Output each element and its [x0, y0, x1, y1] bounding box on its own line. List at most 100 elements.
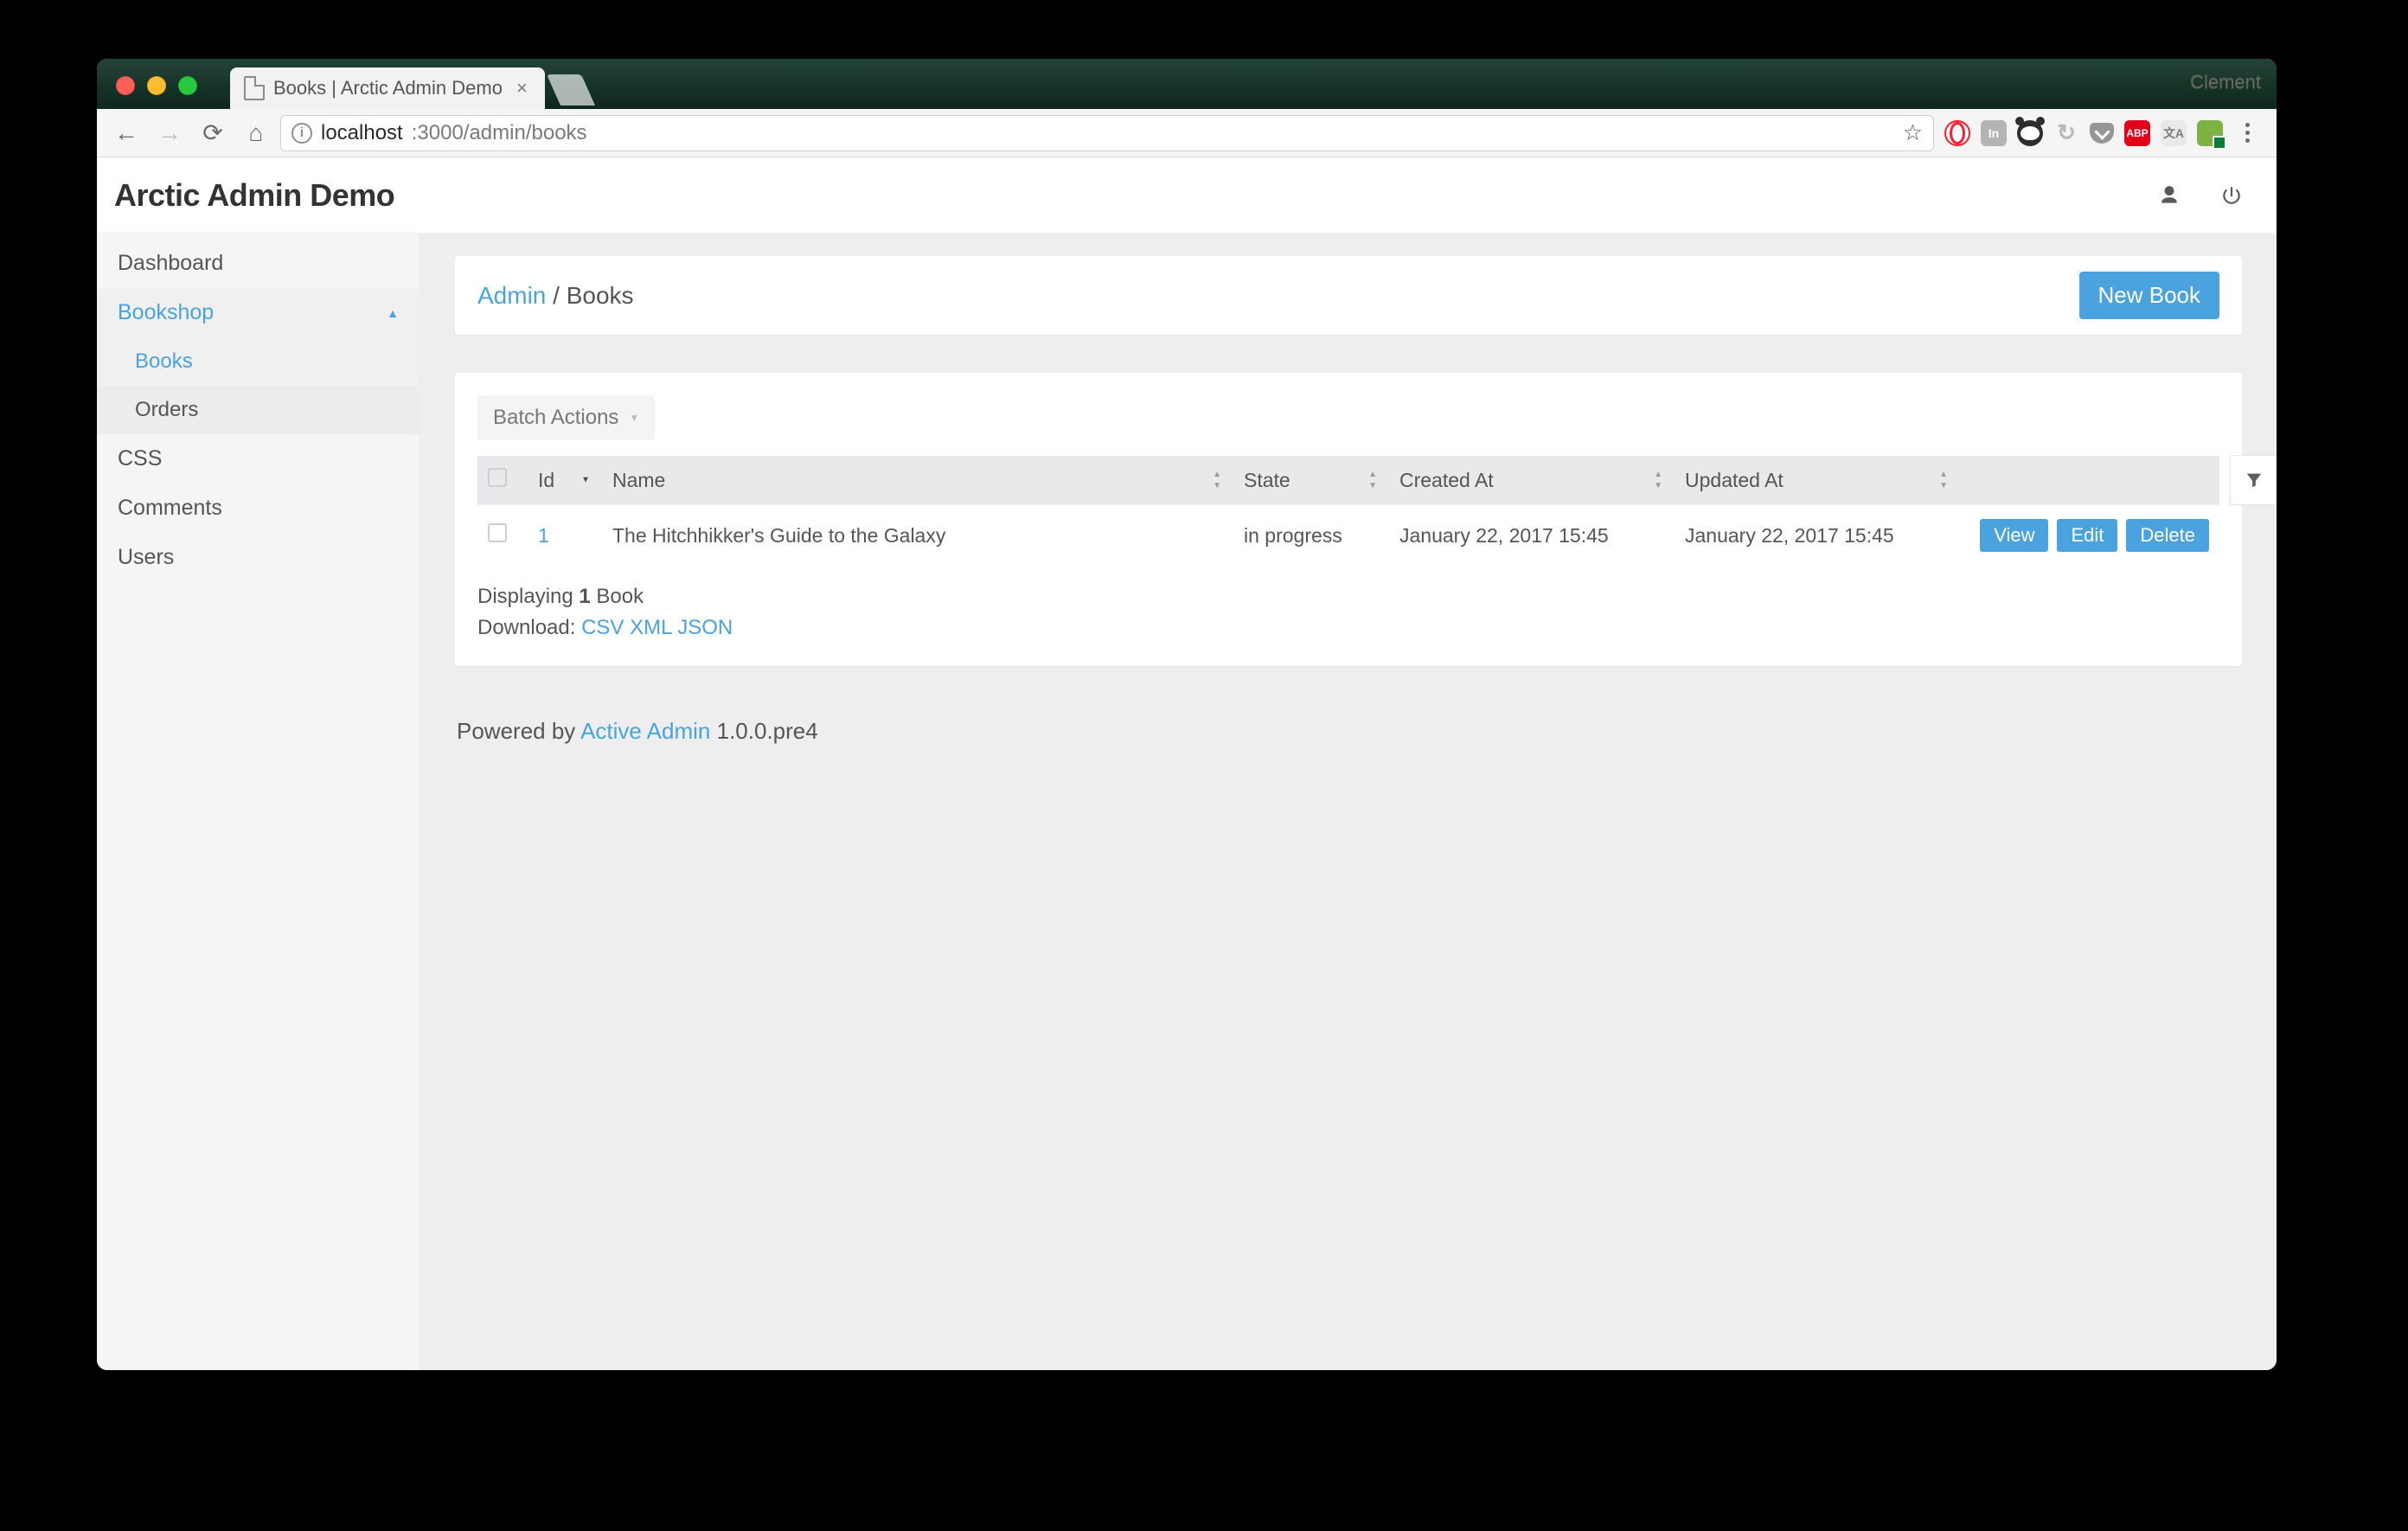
- sidebar-item-label: Books: [135, 349, 193, 374]
- nav-home-button[interactable]: ⌂: [237, 114, 275, 152]
- view-button[interactable]: View: [1980, 519, 2048, 552]
- row-name: The Hitchhikker's Guide to the Galaxy: [612, 524, 945, 547]
- ext-translate-icon[interactable]: 文A: [2161, 120, 2187, 146]
- breadcrumb-separator: /: [553, 282, 567, 309]
- page-header-panel: Admin / Books New Book: [455, 256, 2242, 335]
- chevron-down-icon: ▼: [629, 412, 639, 424]
- logout-button[interactable]: [2211, 175, 2252, 216]
- col-created-at[interactable]: Created At: [1389, 456, 1675, 505]
- select-all-checkbox[interactable]: [488, 468, 507, 487]
- sidebar-item-label: Comments: [118, 496, 222, 521]
- nav-forward-button[interactable]: →: [150, 114, 189, 152]
- displaying-text: Displaying 1 Book: [477, 581, 2219, 612]
- col-label: State: [1244, 469, 1290, 491]
- row-created-at: January 22, 2017 15:45: [1399, 524, 1609, 547]
- download-xml-link[interactable]: XML: [630, 616, 671, 639]
- browser-window: Books | Arctic Admin Demo × Clement ← → …: [97, 59, 2277, 1370]
- col-label: Created At: [1399, 469, 1494, 491]
- browser-tab[interactable]: Books | Arctic Admin Demo ×: [230, 67, 545, 109]
- main-content: Admin / Books New Book Batch Actions ▼: [420, 234, 2277, 1370]
- sidebar-submenu-bookshop: Books Orders: [97, 337, 419, 434]
- new-tab-button[interactable]: [547, 74, 595, 106]
- browser-menu-button[interactable]: [2233, 123, 2261, 143]
- window-close-button[interactable]: [116, 76, 135, 95]
- address-bar[interactable]: i localhost :3000/admin/books ☆: [280, 115, 1934, 151]
- ext-panda-icon[interactable]: [2017, 120, 2043, 146]
- window-minimize-button[interactable]: [147, 76, 166, 95]
- delete-button[interactable]: Delete: [2126, 519, 2209, 552]
- row-checkbox[interactable]: [488, 523, 507, 542]
- filters-toggle-button[interactable]: [2230, 455, 2277, 505]
- site-info-icon[interactable]: i: [291, 123, 312, 144]
- books-table: Id Name State: [477, 456, 2219, 566]
- ext-pocket-icon[interactable]: [2090, 123, 2114, 144]
- app-viewport: Arctic Admin Demo Dashboard Bookshop ▲: [97, 157, 2277, 1370]
- sidebar-item-orders[interactable]: Orders: [97, 386, 419, 434]
- col-label: Name: [612, 469, 665, 491]
- bookmark-star-icon[interactable]: ☆: [1903, 119, 1923, 146]
- sidebar-item-label: Bookshop: [118, 300, 214, 325]
- app-header: Arctic Admin Demo: [97, 157, 2277, 234]
- tab-close-icon[interactable]: ×: [516, 77, 528, 99]
- breadcrumb-root-link[interactable]: Admin: [477, 282, 546, 309]
- batch-actions-dropdown[interactable]: Batch Actions ▼: [477, 395, 655, 440]
- ext-opera-icon[interactable]: [1944, 120, 1970, 146]
- row-state: in progress: [1244, 524, 1342, 547]
- table-row: 1 The Hitchhikker's Guide to the Galaxy …: [477, 505, 2219, 567]
- url-path: :3000/admin/books: [412, 121, 587, 145]
- displaying-count: 1: [579, 585, 590, 608]
- nav-back-button[interactable]: ←: [107, 114, 145, 152]
- nav-reload-button[interactable]: ⟳: [194, 114, 232, 152]
- col-name[interactable]: Name: [602, 456, 1233, 505]
- row-id-link[interactable]: 1: [538, 524, 549, 547]
- displaying-prefix: Displaying: [477, 585, 579, 608]
- ext-sync-icon[interactable]: ↻: [2053, 120, 2079, 146]
- sidebar-item-label: CSS: [118, 446, 162, 471]
- footer-credit: Powered by Active Admin 1.0.0.pre4: [455, 718, 2242, 745]
- col-actions: [1960, 456, 2219, 505]
- batch-actions-label: Batch Actions: [493, 406, 618, 430]
- chrome-profile-name[interactable]: Clement: [2190, 71, 2261, 93]
- ext-linkedin-icon[interactable]: In: [1981, 120, 2007, 146]
- sort-icon: [1368, 470, 1377, 490]
- user-menu-button[interactable]: [2149, 175, 2190, 216]
- download-label: Download:: [477, 616, 581, 639]
- sidebar-item-bookshop[interactable]: Bookshop ▲: [97, 288, 419, 337]
- power-icon: [2220, 184, 2243, 207]
- sidebar-item-users[interactable]: Users: [97, 533, 419, 582]
- displaying-suffix: Book: [591, 585, 644, 608]
- filter-icon: [2245, 471, 2264, 490]
- browser-toolbar: ← → ⟳ ⌂ i localhost :3000/admin/books ☆ I…: [97, 109, 2277, 157]
- app-body: Dashboard Bookshop ▲ Books Orders: [97, 234, 2277, 1370]
- sidebar-item-books[interactable]: Books: [97, 337, 419, 386]
- powered-prefix: Powered by: [457, 718, 580, 744]
- sidebar-item-comments[interactable]: Comments: [97, 484, 419, 533]
- sidebar: Dashboard Bookshop ▲ Books Orders: [97, 234, 420, 1370]
- sidebar-item-label: Users: [118, 545, 174, 570]
- col-label: Updated At: [1685, 469, 1784, 491]
- download-json-link[interactable]: JSON: [677, 616, 733, 639]
- user-icon: [2158, 184, 2181, 207]
- url-host: localhost: [321, 121, 403, 145]
- window-zoom-button[interactable]: [178, 76, 197, 95]
- sidebar-item-dashboard[interactable]: Dashboard: [97, 239, 419, 288]
- ext-evernote-icon[interactable]: [2197, 120, 2223, 146]
- edit-button[interactable]: Edit: [2057, 519, 2117, 552]
- active-admin-link[interactable]: Active Admin: [580, 718, 710, 744]
- col-label: Id: [538, 469, 554, 491]
- extension-icons: In ↻ ABP 文A: [1939, 120, 2266, 146]
- col-updated-at[interactable]: Updated At: [1675, 456, 1960, 505]
- col-id[interactable]: Id: [528, 456, 602, 505]
- sort-icon: [1213, 470, 1221, 490]
- sort-icon: [1654, 470, 1662, 490]
- sidebar-item-css[interactable]: CSS: [97, 434, 419, 484]
- col-state[interactable]: State: [1233, 456, 1389, 505]
- window-controls: [116, 76, 197, 95]
- new-book-button[interactable]: New Book: [2079, 272, 2220, 319]
- powered-version: 1.0.0.pre4: [710, 718, 817, 744]
- tab-page-icon: [244, 76, 265, 100]
- sidebar-item-label: Dashboard: [118, 251, 223, 276]
- download-csv-link[interactable]: CSV: [581, 616, 624, 639]
- books-listing-card: Batch Actions ▼ Id: [455, 373, 2242, 666]
- ext-adblock-icon[interactable]: ABP: [2124, 120, 2150, 146]
